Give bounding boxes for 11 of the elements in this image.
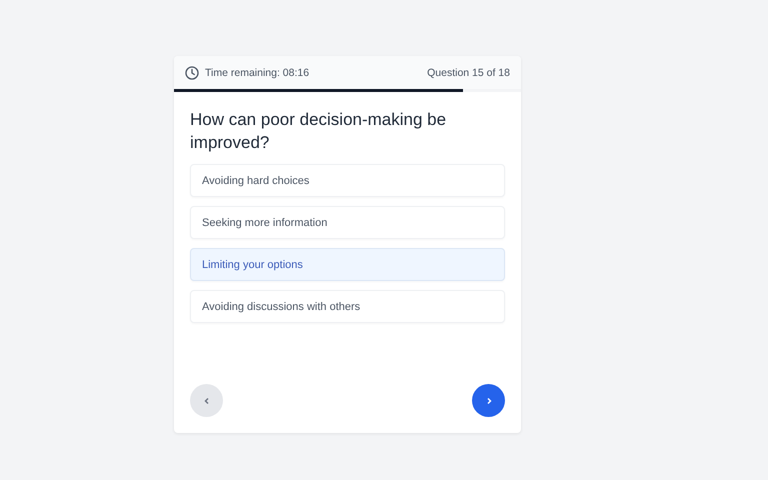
next-button[interactable] <box>472 384 505 417</box>
answer-option[interactable]: Seeking more information <box>190 206 505 239</box>
chevron-right-icon <box>484 396 492 404</box>
chevron-left-icon <box>202 396 210 404</box>
answer-option[interactable]: Avoiding hard choices <box>190 164 505 197</box>
answer-option[interactable]: Limiting your options <box>190 248 505 281</box>
question-text: How can poor decision-making be improved? <box>190 109 448 154</box>
clock-icon <box>185 66 199 80</box>
answer-option[interactable]: Avoiding discussions with others <box>190 290 505 323</box>
question-counter: Question 15 of 18 <box>427 66 510 78</box>
time-remaining: Time remaining: 08:16 <box>205 66 310 78</box>
